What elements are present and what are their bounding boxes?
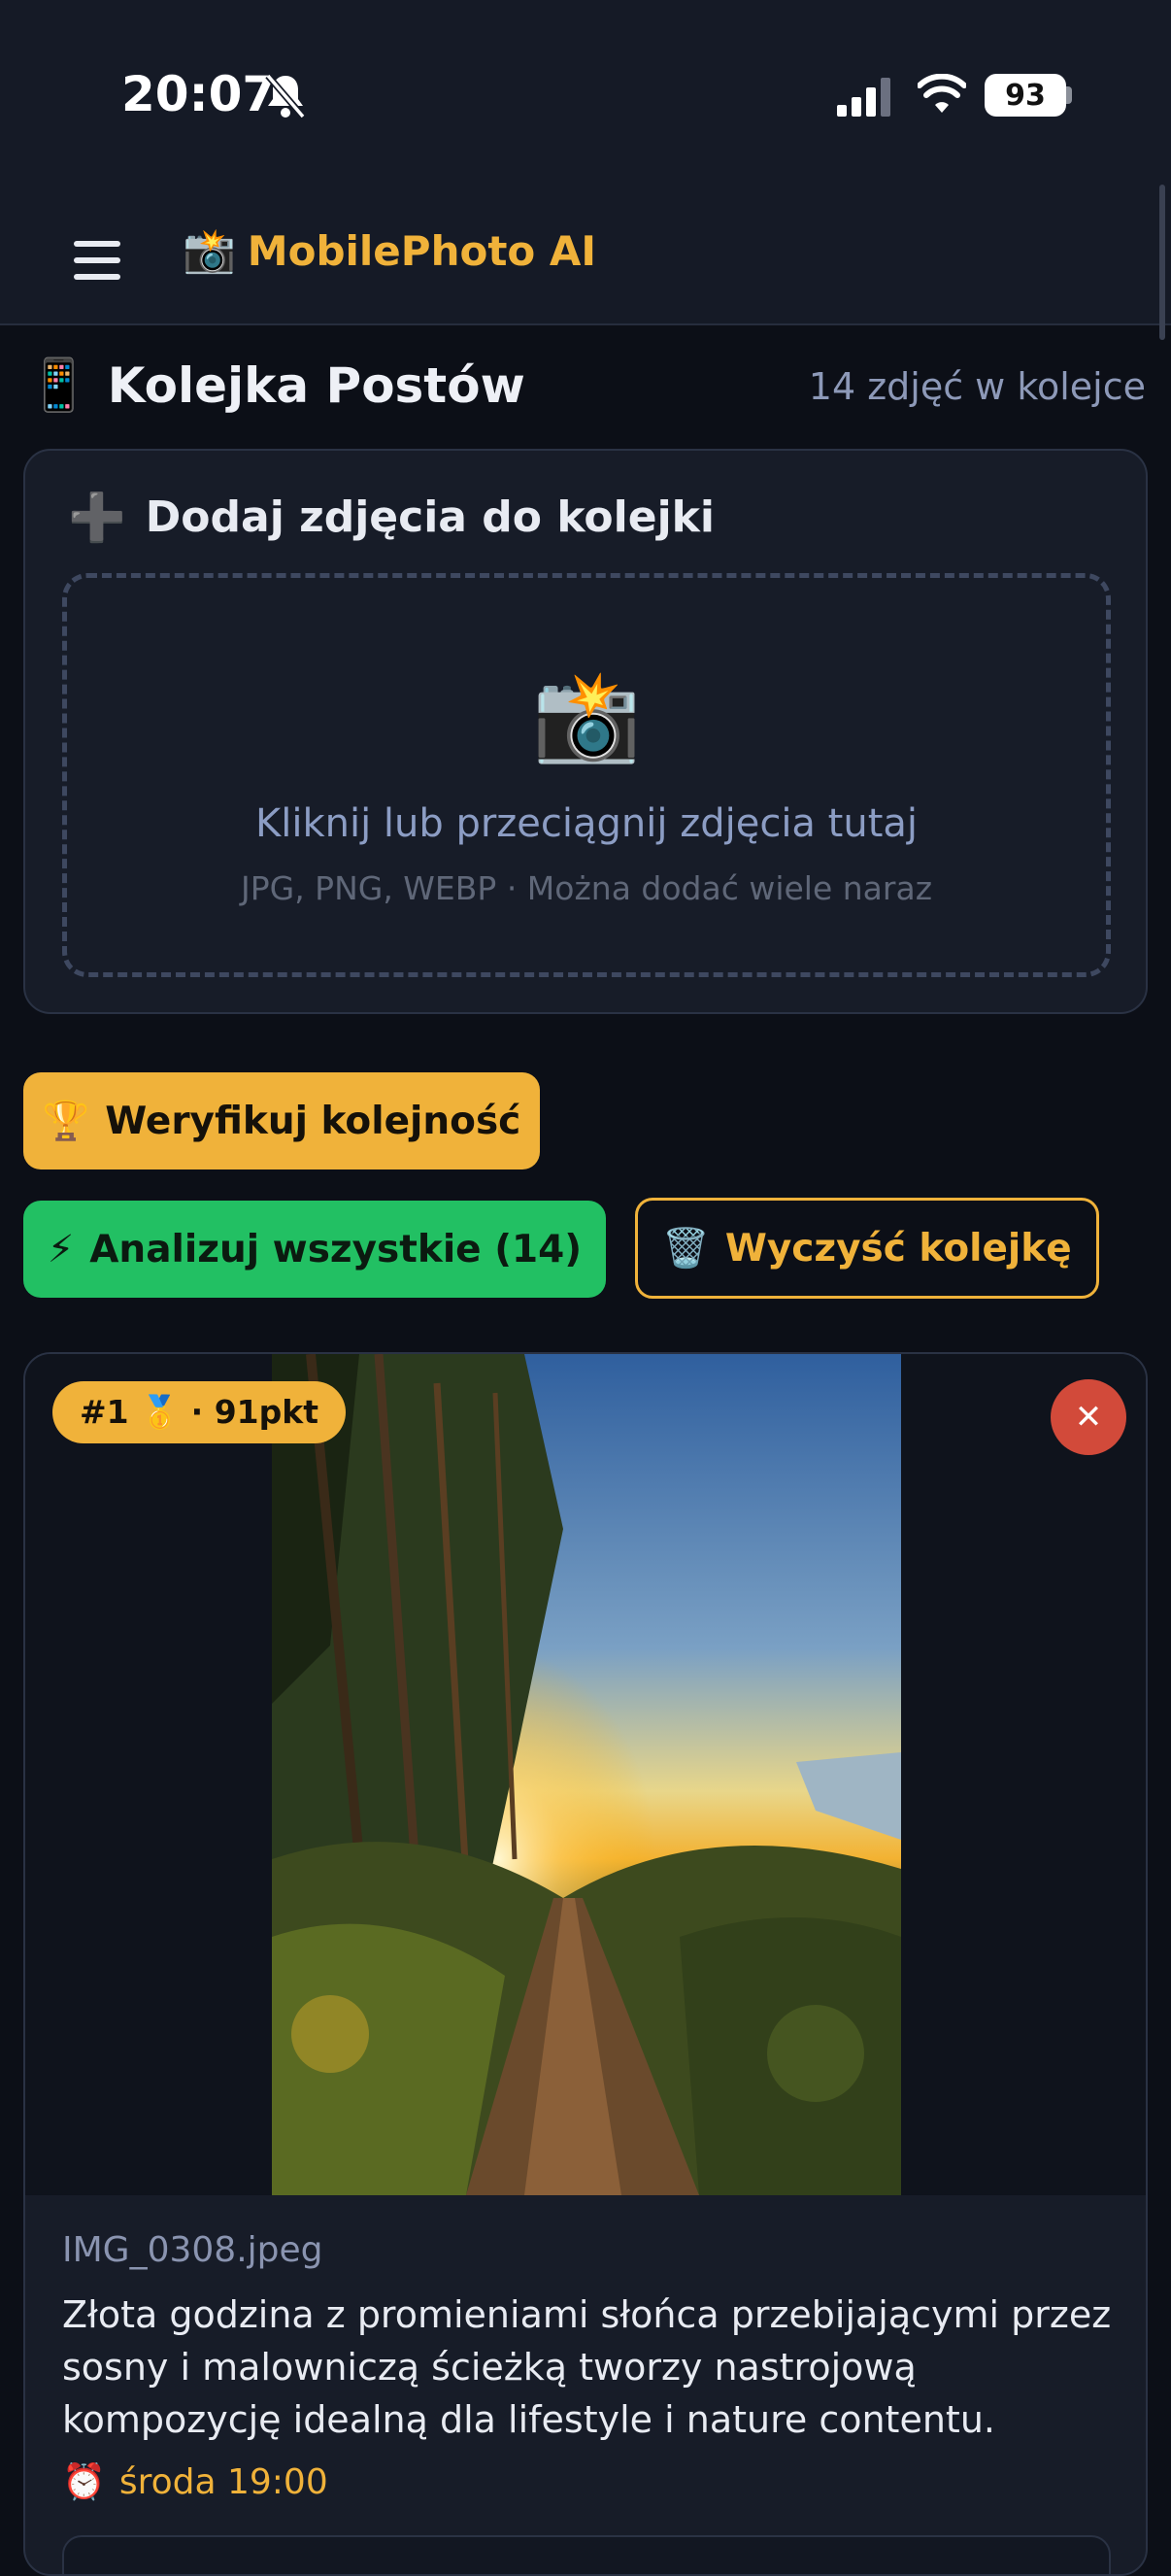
rank-badge: #1 🥇 · 91pkt xyxy=(52,1381,346,1443)
status-bar: 20:07 93 xyxy=(0,0,1171,185)
hamburger-icon[interactable] xyxy=(74,241,120,280)
clear-queue-label: Wyczyść kolejkę xyxy=(724,1226,1072,1271)
upload-title-text: Dodaj zdjęcia do kolejki xyxy=(145,492,716,542)
photo-dropzone[interactable]: 📸 Kliknij lub przeciągnij zdjęcia tutaj … xyxy=(62,573,1111,977)
remove-item-button[interactable]: ✕ xyxy=(1051,1379,1126,1455)
brand-name: MobilePhoto AI xyxy=(247,226,597,275)
battery-icon: 93 xyxy=(985,74,1066,117)
app-header: 📸 MobilePhoto AI xyxy=(0,185,1171,325)
photo-filename: IMG_0308.jpeg xyxy=(62,2230,323,2270)
photo-preview-area: #1 🥇 · 91pkt ✕ xyxy=(25,1354,1146,2195)
lightning-icon: ⚡ xyxy=(47,1227,75,1271)
mobile-phone-icon: 📱 xyxy=(27,356,90,415)
upload-card: ➕ Dodaj zdjęcia do kolejki 📸 Kliknij lub… xyxy=(23,449,1148,1014)
status-time: 20:07 xyxy=(121,66,277,122)
schedule-label: środa 19:00 xyxy=(118,2461,328,2502)
bell-slash-icon xyxy=(265,73,306,119)
plus-icon: ➕ xyxy=(68,491,126,545)
schedule-time: ⏰ środa 19:00 xyxy=(62,2461,328,2503)
trophy-icon: 🏆 xyxy=(42,1100,90,1143)
verify-order-button[interactable]: 🏆 Weryfikuj kolejność xyxy=(23,1072,540,1169)
alarm-clock-icon: ⏰ xyxy=(62,2462,106,2502)
clear-queue-button[interactable]: 🗑️ Wyczyść kolejkę xyxy=(635,1198,1099,1299)
item-action-box xyxy=(62,2535,1111,2574)
analyze-all-button[interactable]: ⚡ Analizuj wszystkie (14) xyxy=(23,1201,606,1298)
dropzone-hint: Kliknij lub przeciągnij zdjęcia tutaj xyxy=(254,801,918,846)
page-title-text: Kolejka Postów xyxy=(107,356,525,414)
battery-tip xyxy=(1066,86,1072,104)
camera-icon: 📸 xyxy=(531,665,642,767)
queue-item: #1 🥇 · 91pkt ✕ IMG_0308.jpeg Złota godzi… xyxy=(23,1352,1148,2576)
dropzone-formats: JPG, PNG, WEBP · Można dodać wiele naraz xyxy=(240,869,933,907)
page-title: 📱 Kolejka Postów xyxy=(27,356,525,415)
queue-count: 14 zdjęć w kolejce xyxy=(808,365,1146,408)
scrollbar[interactable] xyxy=(1159,185,1165,340)
signal-icon xyxy=(837,78,890,117)
photo-caption: Złota godzina z promieniami słońca przeb… xyxy=(62,2293,1112,2441)
trash-icon: 🗑️ xyxy=(662,1227,710,1271)
wifi-icon xyxy=(918,74,966,113)
photo-thumbnail[interactable] xyxy=(272,1354,901,2195)
upload-title: ➕ Dodaj zdjęcia do kolejki xyxy=(68,490,715,545)
analyze-all-label: Analizuj wszystkie (14) xyxy=(89,1227,583,1271)
verify-order-label: Weryfikuj kolejność xyxy=(105,1099,521,1143)
app-brand[interactable]: 📸 MobilePhoto AI xyxy=(183,225,596,276)
camera-flash-icon: 📸 xyxy=(183,226,236,276)
